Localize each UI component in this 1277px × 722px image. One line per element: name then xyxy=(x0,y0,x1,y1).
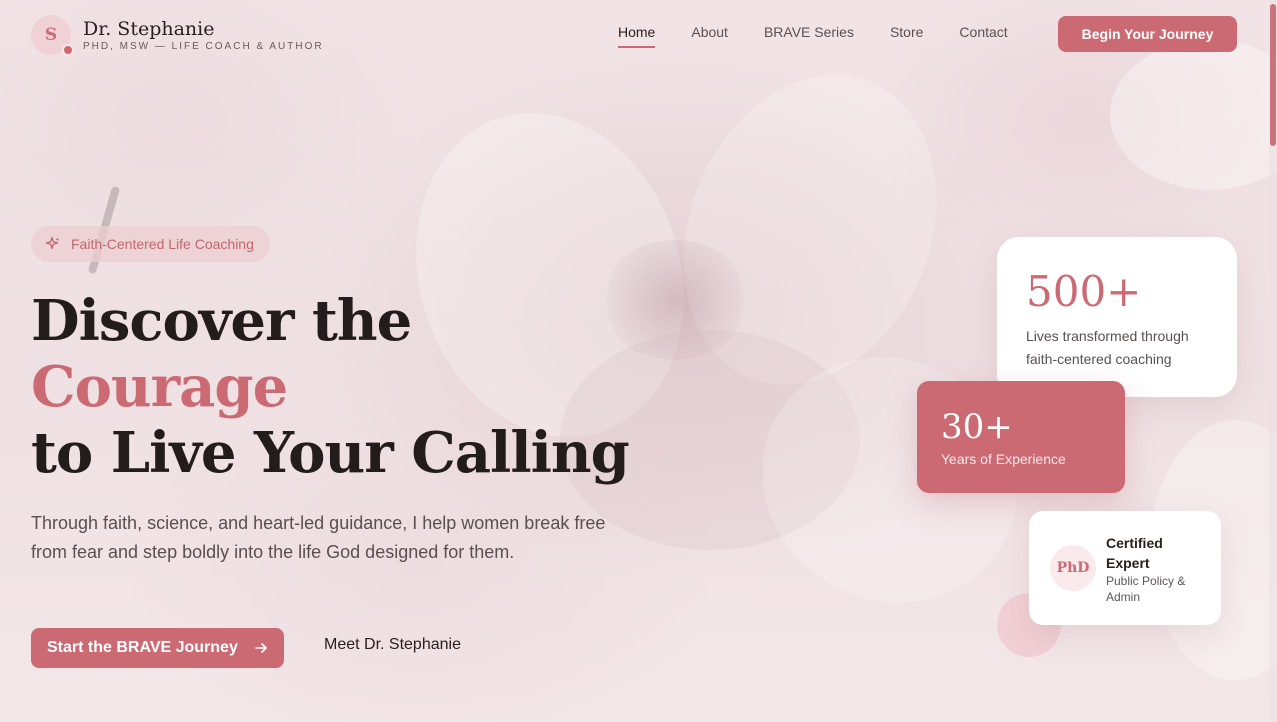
experience-stat-card: 30+ Years of Experience xyxy=(917,381,1125,493)
lives-stat-description: Lives transformed through faith-centered… xyxy=(1026,328,1189,367)
lives-stat-card: 500+ Lives transformed through faith-cen… xyxy=(997,237,1237,397)
headline-accent: Courage xyxy=(31,354,288,420)
begin-journey-button[interactable]: Begin Your Journey xyxy=(1058,16,1237,52)
hero-lead-text: Through faith, science, and heart-led gu… xyxy=(31,513,606,562)
start-brave-journey-label: Start the BRAVE Journey xyxy=(47,639,238,656)
sparkle-icon xyxy=(45,236,60,250)
arrow-right-icon xyxy=(255,643,267,653)
scrollbar-thumb[interactable] xyxy=(1270,4,1276,146)
hero-headline: Discover the Courage to Live Your Callin… xyxy=(31,288,630,486)
logo-dot xyxy=(62,44,74,56)
lives-stat-number: 500+ xyxy=(1026,267,1142,316)
logo-mark: S xyxy=(31,15,74,56)
credential-title: Certified Expert xyxy=(1106,535,1163,571)
nav-link-store[interactable]: Store xyxy=(890,24,923,48)
badge-label: Faith-Centered Life Coaching xyxy=(71,236,254,252)
start-brave-journey-button[interactable]: Start the BRAVE Journey xyxy=(31,628,284,668)
page-scrollbar[interactable] xyxy=(1269,0,1277,722)
credential-card: PhD Certified Expert Public Policy & Adm… xyxy=(1029,511,1221,625)
nav-link-home[interactable]: Home xyxy=(618,24,656,48)
experience-stat-number: 30+ xyxy=(941,407,1013,447)
brand-name: Dr. Stephanie xyxy=(83,18,215,40)
category-badge: Faith-Centered Life Coaching xyxy=(31,226,270,262)
nav-link-brave-series[interactable]: BRAVE Series xyxy=(764,24,854,48)
meet-dr-stephanie-link[interactable]: Meet Dr. Stephanie xyxy=(324,636,461,654)
site-logo[interactable]: S Dr. Stephanie PHD, MSW — LIFE COACH & … xyxy=(31,15,324,56)
headline-line-3: to Live Your Calling xyxy=(31,420,630,486)
headline-line-1: Discover the xyxy=(31,288,412,354)
logo-initial: S xyxy=(44,25,58,45)
brand-subtitle: PHD, MSW — LIFE COACH & AUTHOR xyxy=(83,41,324,52)
nav-link-about[interactable]: About xyxy=(691,24,728,48)
experience-stat-description: Years of Experience xyxy=(941,451,1066,467)
site-header: S Dr. Stephanie PHD, MSW — LIFE COACH & … xyxy=(0,0,1277,68)
phd-badge: PhD xyxy=(1050,545,1096,591)
main-nav: Home About BRAVE Series Store Contact xyxy=(618,24,1044,48)
logo-text: Dr. Stephanie PHD, MSW — LIFE COACH & AU… xyxy=(83,18,324,52)
nav-link-contact[interactable]: Contact xyxy=(959,24,1007,48)
credential-subtitle: Public Policy & Admin xyxy=(1106,574,1186,604)
